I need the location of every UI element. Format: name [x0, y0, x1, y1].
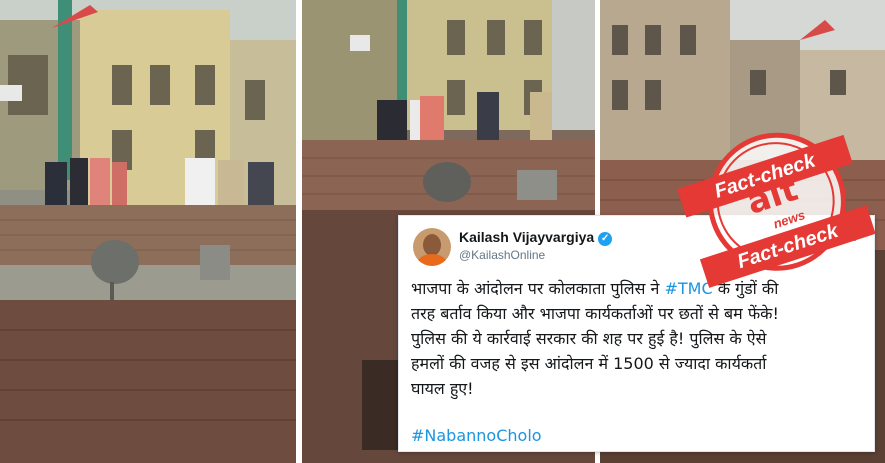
tweet-line-4: हमलों की वजह से इस आंदोलन में 1500 से ज्… — [411, 354, 767, 373]
verified-badge-icon: ✓ — [598, 232, 613, 246]
tweet-text: भाजपा के आंदोलन पर कोलकाता पुलिस ने #TMC… — [411, 276, 871, 401]
tweet-line-3: पुलिस की ये कार्रवाई सरकार की शह पर हुई … — [411, 329, 767, 348]
video-frame-1 — [0, 0, 296, 463]
tweet-author-handle[interactable]: @KailashOnline — [459, 248, 545, 262]
hashtag-link-tmc[interactable]: #TMC — [665, 279, 713, 298]
tweet-author-name[interactable]: Kailash Vijayvargiya ✓ — [459, 229, 613, 246]
tweet-line-5: घायल हुए! — [411, 379, 474, 398]
hashtag-link-nabannocholo[interactable]: #NabannoCholo — [411, 426, 542, 445]
avatar[interactable] — [413, 228, 451, 266]
tweet-line-2: तरह बर्ताव किया और भाजपा कार्यकर्ताओं पर… — [411, 304, 779, 323]
